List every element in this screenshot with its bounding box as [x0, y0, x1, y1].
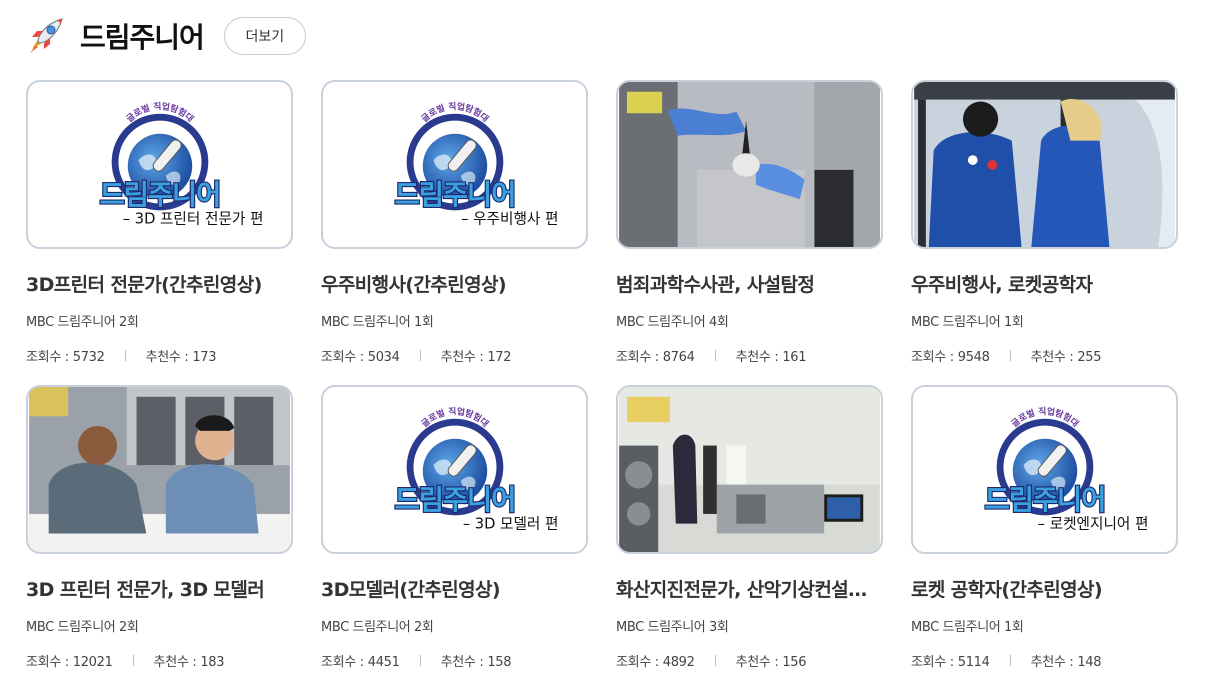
- dream-junior-logo: 글로벌 직업탐험대 드림주니어 – 3D 모델러 편: [324, 387, 585, 552]
- video-card[interactable]: 글로벌 직업탐험대 드림주니어 – 3D 프린터 전문가 편 3D프린터 전문가…: [26, 80, 293, 385]
- dream-junior-logo: 글로벌 직업탐험대 드림주니어 – 3D 프린터 전문가 편: [29, 82, 290, 247]
- video-episode: MBC 드림주니어 2회: [26, 620, 139, 635]
- more-button[interactable]: 더보기: [223, 17, 306, 55]
- stats-divider: [419, 655, 421, 666]
- video-stats: 조회수 : 4451 추천수 : 158: [321, 651, 588, 670]
- section-header: 드림주니어 더보기: [24, 14, 306, 58]
- svg-text:드림주니어: 드림주니어: [100, 180, 221, 211]
- stats-divider: [132, 655, 134, 666]
- video-card[interactable]: 범죄과학수사관, 사설탐정 MBC 드림주니어 4회 조회수 : 8764 추천…: [616, 80, 883, 385]
- video-title[interactable]: 범죄과학수사관, 사설탐정: [616, 270, 876, 297]
- svg-text:드림주니어: 드림주니어: [395, 485, 516, 516]
- dream-junior-logo: 글로벌 직업탐험대 드림주니어 – 우주비행사 편: [324, 82, 585, 247]
- volcano-lab-photo: [619, 387, 880, 552]
- video-card[interactable]: 글로벌 직업탐험대 드림주니어 – 우주비행사 편 우주비행사(간추린영상) M…: [321, 80, 588, 385]
- video-thumbnail[interactable]: [616, 385, 883, 554]
- svg-text:– 3D 프린터 전문가 편: – 3D 프린터 전문가 편: [123, 211, 264, 228]
- video-episode: MBC 드림주니어 1회: [911, 620, 1024, 635]
- view-count: 조회수 : 9548: [911, 350, 990, 365]
- recommend-count: 추천수 : 158: [440, 655, 512, 670]
- video-thumbnail[interactable]: 글로벌 직업탐험대 드림주니어 – 우주비행사 편: [321, 80, 588, 249]
- stats-divider: [1009, 655, 1011, 666]
- stats-divider: [124, 350, 126, 361]
- recommend-count: 추천수 : 161: [735, 350, 807, 365]
- svg-text:– 3D 모델러 편: – 3D 모델러 편: [463, 516, 559, 533]
- view-count: 조회수 : 5034: [321, 350, 400, 365]
- view-count: 조회수 : 4892: [616, 655, 695, 670]
- video-stats: 조회수 : 4892 추천수 : 156: [616, 651, 883, 670]
- recommend-count: 추천수 : 173: [145, 350, 217, 365]
- stats-divider: [1009, 350, 1011, 361]
- video-title[interactable]: 3D 프린터 전문가, 3D 모델러: [26, 575, 286, 602]
- video-episode: MBC 드림주니어 1회: [321, 315, 434, 330]
- video-thumbnail[interactable]: [911, 80, 1178, 249]
- video-grid: 글로벌 직업탐험대 드림주니어 – 3D 프린터 전문가 편 3D프린터 전문가…: [26, 80, 1186, 690]
- svg-text:드림주니어: 드림주니어: [985, 485, 1106, 516]
- recommend-count: 추천수 : 172: [440, 350, 512, 365]
- video-thumbnail[interactable]: 글로벌 직업탐험대 드림주니어 – 로켓엔지니어 편: [911, 385, 1178, 554]
- video-card[interactable]: 글로벌 직업탐험대 드림주니어 – 로켓엔지니어 편 로켓 공학자(간추린영상)…: [911, 385, 1178, 690]
- view-count: 조회수 : 5732: [26, 350, 105, 365]
- stats-divider: [714, 350, 716, 361]
- video-card[interactable]: 3D 프린터 전문가, 3D 모델러 MBC 드림주니어 2회 조회수 : 12…: [26, 385, 293, 690]
- video-thumbnail[interactable]: [616, 80, 883, 249]
- svg-text:– 로켓엔지니어 편: – 로켓엔지니어 편: [1038, 516, 1149, 533]
- recommend-count: 추천수 : 148: [1030, 655, 1102, 670]
- video-thumbnail[interactable]: [26, 385, 293, 554]
- section-title: 드림주니어: [80, 21, 205, 54]
- video-stats: 조회수 : 12021 추천수 : 183: [26, 651, 293, 670]
- video-stats: 조회수 : 8764 추천수 : 161: [616, 346, 883, 365]
- svg-text:드림주니어: 드림주니어: [395, 180, 516, 211]
- video-card[interactable]: 우주비행사, 로켓공학자 MBC 드림주니어 1회 조회수 : 9548 추천수…: [911, 80, 1178, 385]
- video-stats: 조회수 : 5732 추천수 : 173: [26, 346, 293, 365]
- recommend-count: 추천수 : 183: [153, 655, 225, 670]
- video-title[interactable]: 우주비행사(간추린영상): [321, 270, 581, 297]
- recommend-count: 추천수 : 255: [1030, 350, 1102, 365]
- video-episode: MBC 드림주니어 4회: [616, 315, 729, 330]
- view-count: 조회수 : 12021: [26, 655, 113, 670]
- view-count: 조회수 : 4451: [321, 655, 400, 670]
- video-stats: 조회수 : 9548 추천수 : 255: [911, 346, 1178, 365]
- video-card[interactable]: 글로벌 직업탐험대 드림주니어 – 3D 모델러 편 3D모델러(간추린영상) …: [321, 385, 588, 690]
- stats-divider: [419, 350, 421, 361]
- dream-junior-logo: 글로벌 직업탐험대 드림주니어 – 로켓엔지니어 편: [914, 387, 1175, 552]
- svg-text:– 우주비행사 편: – 우주비행사 편: [461, 211, 558, 228]
- recommend-count: 추천수 : 156: [735, 655, 807, 670]
- video-thumbnail[interactable]: 글로벌 직업탐험대 드림주니어 – 3D 모델러 편: [321, 385, 588, 554]
- rocket-icon: [30, 18, 63, 53]
- video-card[interactable]: 화산지진전문가, 산악기상컨설… MBC 드림주니어 3회 조회수 : 4892…: [616, 385, 883, 690]
- video-title[interactable]: 우주비행사, 로켓공학자: [911, 270, 1171, 297]
- video-episode: MBC 드림주니어 1회: [911, 315, 1024, 330]
- video-title[interactable]: 화산지진전문가, 산악기상컨설…: [616, 575, 876, 602]
- video-title[interactable]: 3D모델러(간추린영상): [321, 575, 581, 602]
- video-title[interactable]: 3D프린터 전문가(간추린영상): [26, 270, 286, 297]
- video-title[interactable]: 로켓 공학자(간추린영상): [911, 575, 1171, 602]
- video-episode: MBC 드림주니어 3회: [616, 620, 729, 635]
- video-stats: 조회수 : 5034 추천수 : 172: [321, 346, 588, 365]
- view-count: 조회수 : 8764: [616, 350, 695, 365]
- astronaut-training-photo: [914, 82, 1175, 247]
- video-thumbnail[interactable]: 글로벌 직업탐험대 드림주니어 – 3D 프린터 전문가 편: [26, 80, 293, 249]
- video-stats: 조회수 : 5114 추천수 : 148: [911, 651, 1178, 670]
- printer-experts-photo: [29, 387, 290, 552]
- view-count: 조회수 : 5114: [911, 655, 990, 670]
- stats-divider: [714, 655, 716, 666]
- video-episode: MBC 드림주니어 2회: [321, 620, 434, 635]
- video-episode: MBC 드림주니어 2회: [26, 315, 139, 330]
- forensic-lab-photo: [619, 82, 880, 247]
